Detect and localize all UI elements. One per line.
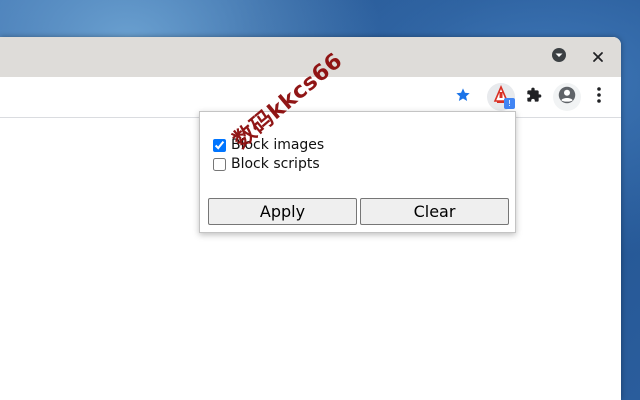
block-scripts-option[interactable]: Block scripts xyxy=(211,155,320,173)
tab-search-button[interactable] xyxy=(551,47,567,67)
block-scripts-checkbox[interactable] xyxy=(213,157,226,171)
address-bar[interactable] xyxy=(0,81,480,113)
profile-icon xyxy=(558,86,576,108)
close-icon xyxy=(592,48,604,67)
profile-button[interactable] xyxy=(553,83,581,111)
browser-menu-button[interactable] xyxy=(585,83,613,111)
chevron-down-icon xyxy=(551,47,567,67)
extensions-menu-button[interactable] xyxy=(520,83,548,111)
kebab-menu-icon xyxy=(597,87,601,107)
block-scripts-label: Block scripts xyxy=(231,156,320,172)
extension-badge: ! xyxy=(504,98,515,109)
bookmark-star-button[interactable] xyxy=(449,83,477,111)
clear-button[interactable]: Clear xyxy=(360,198,509,225)
puzzle-icon xyxy=(526,87,542,107)
apply-button[interactable]: Apply xyxy=(208,198,357,225)
block-images-option[interactable]: Block images xyxy=(211,136,324,154)
extension-button[interactable]: ! xyxy=(487,83,515,111)
block-images-checkbox[interactable] xyxy=(213,138,226,152)
close-window-button[interactable] xyxy=(590,49,606,65)
bookmark-star-icon xyxy=(455,87,471,107)
